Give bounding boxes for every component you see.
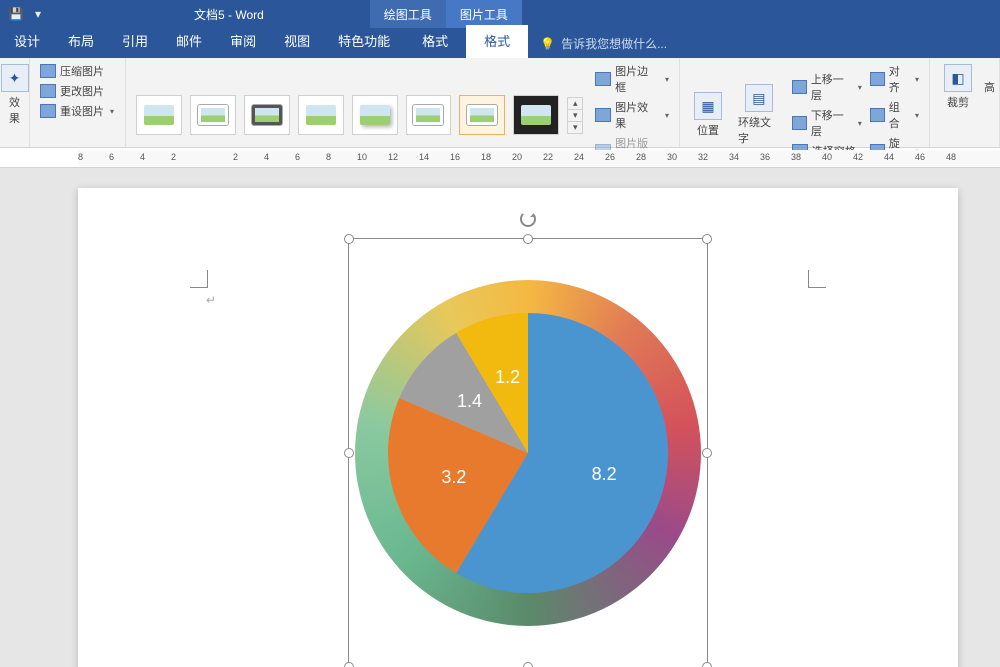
reset-picture-icon <box>40 104 56 118</box>
forward-icon <box>792 80 807 94</box>
position-button[interactable]: ▦位置 <box>688 90 728 140</box>
resize-handle-tl[interactable] <box>344 234 354 244</box>
pie-chart: 8.2 3.2 1.4 1.2 <box>388 313 668 593</box>
group-icon <box>870 108 885 122</box>
change-picture-button[interactable]: 更改图片 <box>38 82 117 100</box>
qat-dropdown-icon[interactable]: ▾ <box>30 6 46 22</box>
picture-effects-icon <box>595 108 611 122</box>
picture-effects-button[interactable]: 图片效果▾ <box>593 98 671 132</box>
group-arrange: ▦位置 ▤环绕文字 上移一层▾ 下移一层▾ 选择窗格 对齐▾ 组合▾ 旋转▾ 排… <box>680 58 930 147</box>
group-label-adjust <box>38 143 117 145</box>
tell-me-placeholder: 告诉我您想做什么... <box>561 35 667 52</box>
tab-format-drawing[interactable]: 格式 <box>404 25 466 58</box>
resize-handle-br[interactable] <box>702 662 712 667</box>
ribbon: ✦ 效果 压缩图片 更改图片 重设图片▾ ▴▾▾ 图片边框▾ 图片效果▾ 图片版… <box>0 58 1000 148</box>
resize-handle-ml[interactable] <box>344 448 354 458</box>
tab-format-picture[interactable]: 格式 <box>466 25 528 58</box>
position-icon: ▦ <box>694 92 722 120</box>
wrap-text-button[interactable]: ▤环绕文字 <box>732 82 786 148</box>
picture-style-6[interactable] <box>406 95 452 135</box>
title-bar: 💾 ▾ 文档5 - Word 绘图工具 图片工具 <box>0 0 1000 28</box>
reset-picture-button[interactable]: 重设图片▾ <box>38 102 117 120</box>
picture-style-4[interactable] <box>298 95 344 135</box>
picture-style-5[interactable] <box>352 95 398 135</box>
selection-box[interactable]: 8.2 3.2 1.4 1.2 <box>348 238 708 667</box>
send-backward-button[interactable]: 下移一层▾ <box>790 106 864 140</box>
resize-handle-bl[interactable] <box>344 662 354 667</box>
bring-forward-button[interactable]: 上移一层▾ <box>790 70 864 104</box>
group-button[interactable]: 组合▾ <box>868 98 921 132</box>
crop-icon: ◧ <box>944 64 972 92</box>
chevron-down-icon: ▾ <box>665 111 669 120</box>
compress-pictures-button[interactable]: 压缩图片 <box>38 62 117 80</box>
margin-mark-tr <box>808 266 830 288</box>
more-icon: ▾ <box>568 122 582 133</box>
picture-style-8[interactable] <box>513 95 559 135</box>
group-size: ◧裁剪 高 <box>930 58 1000 147</box>
drawing-tools-tab[interactable]: 绘图工具 <box>370 0 446 28</box>
resize-handle-mr[interactable] <box>702 448 712 458</box>
tell-me-search[interactable]: 💡 告诉我您想做什么... <box>528 29 679 58</box>
group-adjust-left: ✦ 效果 <box>0 58 30 147</box>
resize-handle-bm[interactable] <box>523 662 533 667</box>
picture-tools-tab[interactable]: 图片工具 <box>446 0 522 28</box>
chart-outer-ring: 8.2 3.2 1.4 1.2 <box>355 280 701 626</box>
wrap-icon: ▤ <box>745 84 773 112</box>
save-icon[interactable]: 💾 <box>8 6 24 22</box>
backward-icon <box>792 116 807 130</box>
change-picture-icon <box>40 84 56 98</box>
border-icon <box>595 72 611 86</box>
picture-border-button[interactable]: 图片边框▾ <box>593 62 671 96</box>
slice-label-0: 8.2 <box>592 464 617 485</box>
artistic-effects-button[interactable]: ✦ 效果 <box>8 62 21 128</box>
document-title: 文档5 - Word <box>194 6 264 23</box>
effects-label: 效果 <box>9 94 20 126</box>
margin-mark-tl <box>186 266 208 288</box>
tab-layout[interactable]: 布局 <box>54 25 108 58</box>
slice-label-2: 1.4 <box>457 391 482 412</box>
chevron-up-icon: ▴ <box>568 98 582 110</box>
slice-label-3: 1.2 <box>495 367 520 388</box>
crop-button[interactable]: ◧裁剪 <box>938 62 978 112</box>
resize-handle-tr[interactable] <box>702 234 712 244</box>
styles-gallery-more[interactable]: ▴▾▾ <box>567 97 583 134</box>
pie-chart-object[interactable]: 8.2 3.2 1.4 1.2 <box>355 280 701 626</box>
tab-references[interactable]: 引用 <box>108 25 162 58</box>
slice-label-1: 3.2 <box>441 467 466 488</box>
ribbon-tabs: 设计 布局 引用 邮件 审阅 视图 特色功能 格式 格式 💡 告诉我您想做什么.… <box>0 28 1000 58</box>
height-label: 高 <box>982 78 997 96</box>
picture-style-1[interactable] <box>136 95 182 135</box>
chevron-down-icon: ▾ <box>568 110 582 122</box>
compress-icon <box>40 64 56 78</box>
tab-mailings[interactable]: 邮件 <box>162 25 216 58</box>
picture-style-7[interactable] <box>459 95 505 135</box>
tab-view[interactable]: 视图 <box>270 25 324 58</box>
tab-special[interactable]: 特色功能 <box>324 25 404 58</box>
resize-handle-tm[interactable] <box>523 234 533 244</box>
picture-style-2[interactable] <box>190 95 236 135</box>
picture-style-3[interactable] <box>244 95 290 135</box>
rotate-handle[interactable] <box>520 211 536 227</box>
paragraph-mark: ↵ <box>206 293 216 307</box>
quick-access-toolbar: 💾 ▾ <box>0 6 54 22</box>
group-picture-styles: ▴▾▾ 图片边框▾ 图片效果▾ 图片版式▾ 图片样式 <box>126 58 680 147</box>
group-label-size <box>938 143 991 145</box>
tab-review[interactable]: 审阅 <box>216 25 270 58</box>
align-button[interactable]: 对齐▾ <box>868 62 921 96</box>
ruler-wrap: 8642246810121416182022242628303234363840… <box>0 148 1000 168</box>
effects-icon: ✦ <box>1 64 29 92</box>
lightbulb-icon: 💡 <box>540 37 555 51</box>
align-icon <box>870 72 885 86</box>
tab-design[interactable]: 设计 <box>0 25 54 58</box>
horizontal-ruler[interactable]: 8642246810121416182022242628303234363840… <box>78 150 1000 166</box>
chevron-down-icon: ▾ <box>110 107 114 116</box>
chevron-down-icon: ▾ <box>665 75 669 84</box>
document-page[interactable]: ↵ 8.2 3.2 1.4 1.2 <box>78 188 958 667</box>
group-adjust: 压缩图片 更改图片 重设图片▾ <box>30 58 126 147</box>
workspace: ↵ 8.2 3.2 1.4 1.2 <box>0 168 1000 667</box>
contextual-tool-tabs: 绘图工具 图片工具 <box>370 0 522 28</box>
